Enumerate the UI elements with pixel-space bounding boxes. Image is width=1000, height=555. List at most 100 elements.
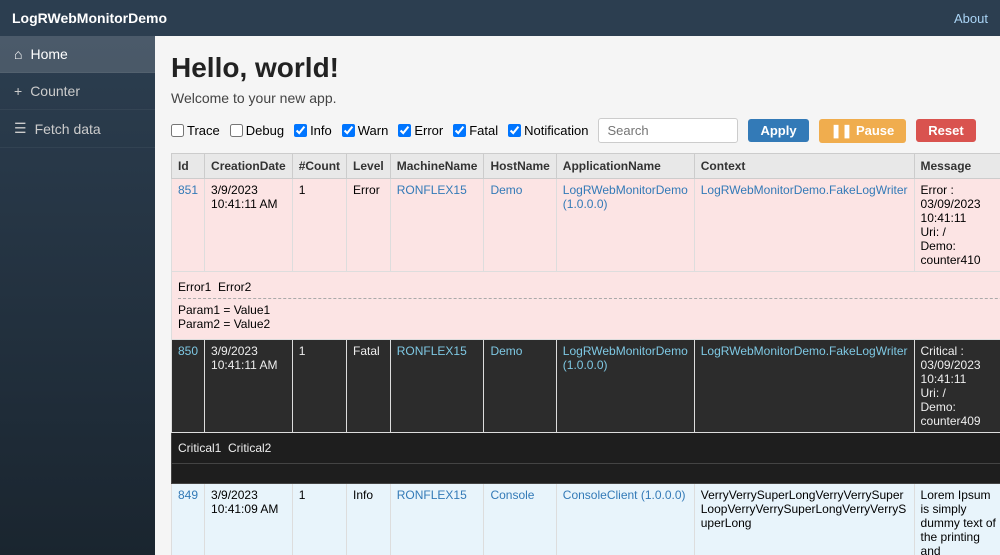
filter-warn[interactable]: Warn: [342, 123, 389, 138]
filter-debug[interactable]: Debug: [230, 123, 284, 138]
app-name-link[interactable]: ConsoleClient (1.0.0.0): [563, 488, 686, 502]
col-message: Message: [914, 154, 1000, 179]
cell-creation-date: 3/9/202310:41:11 AM: [205, 340, 293, 433]
page-title: Hello, world!: [171, 52, 984, 84]
page-subtitle: Welcome to your new app.: [171, 90, 984, 106]
filter-info[interactable]: Info: [294, 123, 332, 138]
table-row-expanded: Critical1 Critical2: [172, 433, 1000, 464]
col-count: #Count: [292, 154, 346, 179]
row-id-link[interactable]: 851: [178, 183, 198, 197]
warn-checkbox[interactable]: [342, 124, 355, 137]
cell-application-name: ConsoleClient (1.0.0.0): [556, 484, 694, 555]
reset-button[interactable]: Reset: [916, 119, 975, 142]
cell-message: Critical : 03/09/202310:41:11Uri: /Demo:…: [914, 340, 1000, 433]
table-row: 849 3/9/202310:41:09 AM 1 Info RONFLEX15…: [172, 484, 1000, 555]
col-creation-date: CreationDate: [205, 154, 293, 179]
table-row-expanded: Error1 Error2 Param1 = Value1 Param2 = V…: [172, 272, 1000, 340]
cell-context: VerryVerrySuperLongVerryVerrySuperLoopVe…: [694, 484, 914, 555]
col-id: Id: [172, 154, 205, 179]
host-name-link[interactable]: Console: [490, 488, 534, 502]
machine-name-link[interactable]: RONFLEX15: [397, 344, 467, 358]
machine-name-link[interactable]: RONFLEX15: [397, 183, 467, 197]
cell-level: Info: [347, 484, 391, 555]
filter-notification[interactable]: Notification: [508, 123, 588, 138]
cell-application-name: LogRWebMonitorDemo(1.0.0.0): [556, 179, 694, 272]
sidebar-item-home[interactable]: ⌂ Home: [0, 36, 155, 73]
main-layout: ⌂ Home + Counter ☰ Fetch data Hello, wor…: [0, 36, 1000, 555]
cell-creation-date: 3/9/202310:41:11 AM: [205, 179, 293, 272]
table-header: Id CreationDate #Count Level MachineName…: [172, 154, 1000, 179]
search-input[interactable]: [598, 118, 738, 143]
machine-name-link[interactable]: RONFLEX15: [397, 488, 467, 502]
host-name-link[interactable]: Demo: [490, 183, 522, 197]
list-icon: ☰: [14, 120, 27, 137]
filter-trace[interactable]: Trace: [171, 123, 220, 138]
pause-button[interactable]: ❚❚ Pause: [819, 119, 907, 143]
expanded-line: Error1 Error2: [178, 280, 1000, 294]
cell-application-name: LogRWebMonitorDemo(1.0.0.0): [556, 340, 694, 433]
cell-host-name: Console: [484, 484, 556, 555]
cell-message: Error : 03/09/202310:41:11Uri: /Demo: co…: [914, 179, 1000, 272]
col-level: Level: [347, 154, 391, 179]
cell-message: Lorem Ipsum is simply dummy text of the …: [914, 484, 1000, 555]
filter-error[interactable]: Error: [398, 123, 443, 138]
col-machine-name: MachineName: [390, 154, 484, 179]
cell-host-name: Demo: [484, 179, 556, 272]
apply-button[interactable]: Apply: [748, 119, 808, 142]
expanded-line: Critical1 Critical2: [178, 441, 1000, 455]
cell-machine-name: RONFLEX15: [390, 179, 484, 272]
sidebar-item-fetchdata[interactable]: ☰ Fetch data: [0, 110, 155, 148]
app-name-link[interactable]: LogRWebMonitorDemo(1.0.0.0): [563, 344, 688, 372]
filter-fatal[interactable]: Fatal: [453, 123, 498, 138]
sidebar-item-home-label: Home: [30, 46, 67, 62]
cell-host-name: Demo: [484, 340, 556, 433]
table-row-spacer: [172, 464, 1000, 484]
sidebar: ⌂ Home + Counter ☰ Fetch data: [0, 36, 155, 555]
expanded-content: Critical1 Critical2: [178, 437, 1000, 459]
cell-count: 1: [292, 179, 346, 272]
cell-id: 849: [172, 484, 205, 555]
spacer-cell: [172, 464, 1000, 484]
filter-bar: Trace Debug Info Warn Error Fatal Notifi…: [171, 118, 984, 143]
app-name-link[interactable]: LogRWebMonitorDemo(1.0.0.0): [563, 183, 688, 211]
table-row: 850 3/9/202310:41:11 AM 1 Fatal RONFLEX1…: [172, 340, 1000, 433]
about-link[interactable]: About: [954, 11, 988, 26]
home-icon: ⌂: [14, 46, 22, 62]
row-id-link[interactable]: 850: [178, 344, 198, 358]
cell-id: 850: [172, 340, 205, 433]
host-name-link[interactable]: Demo: [490, 344, 522, 358]
row-id-link[interactable]: 849: [178, 488, 198, 502]
col-host-name: HostName: [484, 154, 556, 179]
plus-icon: +: [14, 83, 22, 99]
cell-creation-date: 3/9/202310:41:09 AM: [205, 484, 293, 555]
cell-machine-name: RONFLEX15: [390, 484, 484, 555]
context-link[interactable]: LogRWebMonitorDemo.FakeLogWriter: [701, 344, 908, 358]
table-body: 851 3/9/202310:41:11 AM 1 Error RONFLEX1…: [172, 179, 1000, 555]
expanded-cell-fatal: Critical1 Critical2: [172, 433, 1000, 464]
expanded-line: Param1 = Value1: [178, 303, 1000, 317]
fatal-checkbox[interactable]: [453, 124, 466, 137]
trace-checkbox[interactable]: [171, 124, 184, 137]
main-content: Hello, world! Welcome to your new app. T…: [155, 36, 1000, 555]
debug-checkbox[interactable]: [230, 124, 243, 137]
table-row: 851 3/9/202310:41:11 AM 1 Error RONFLEX1…: [172, 179, 1000, 272]
expanded-cell: Error1 Error2 Param1 = Value1 Param2 = V…: [172, 272, 1000, 340]
notification-checkbox[interactable]: [508, 124, 521, 137]
log-table: Id CreationDate #Count Level MachineName…: [171, 153, 1000, 555]
col-application-name: ApplicationName: [556, 154, 694, 179]
cell-context: LogRWebMonitorDemo.FakeLogWriter: [694, 340, 914, 433]
cell-level: Error: [347, 179, 391, 272]
error-checkbox[interactable]: [398, 124, 411, 137]
cell-count: 1: [292, 484, 346, 555]
sidebar-item-counter[interactable]: + Counter: [0, 73, 155, 110]
cell-context: LogRWebMonitorDemo.FakeLogWriter: [694, 179, 914, 272]
app-brand: LogRWebMonitorDemo: [12, 10, 167, 26]
cell-level: Fatal: [347, 340, 391, 433]
context-link[interactable]: LogRWebMonitorDemo.FakeLogWriter: [701, 183, 908, 197]
info-checkbox[interactable]: [294, 124, 307, 137]
cell-count: 1: [292, 340, 346, 433]
sidebar-item-fetchdata-label: Fetch data: [35, 121, 101, 137]
sidebar-item-counter-label: Counter: [30, 83, 80, 99]
cell-machine-name: RONFLEX15: [390, 340, 484, 433]
col-context: Context: [694, 154, 914, 179]
